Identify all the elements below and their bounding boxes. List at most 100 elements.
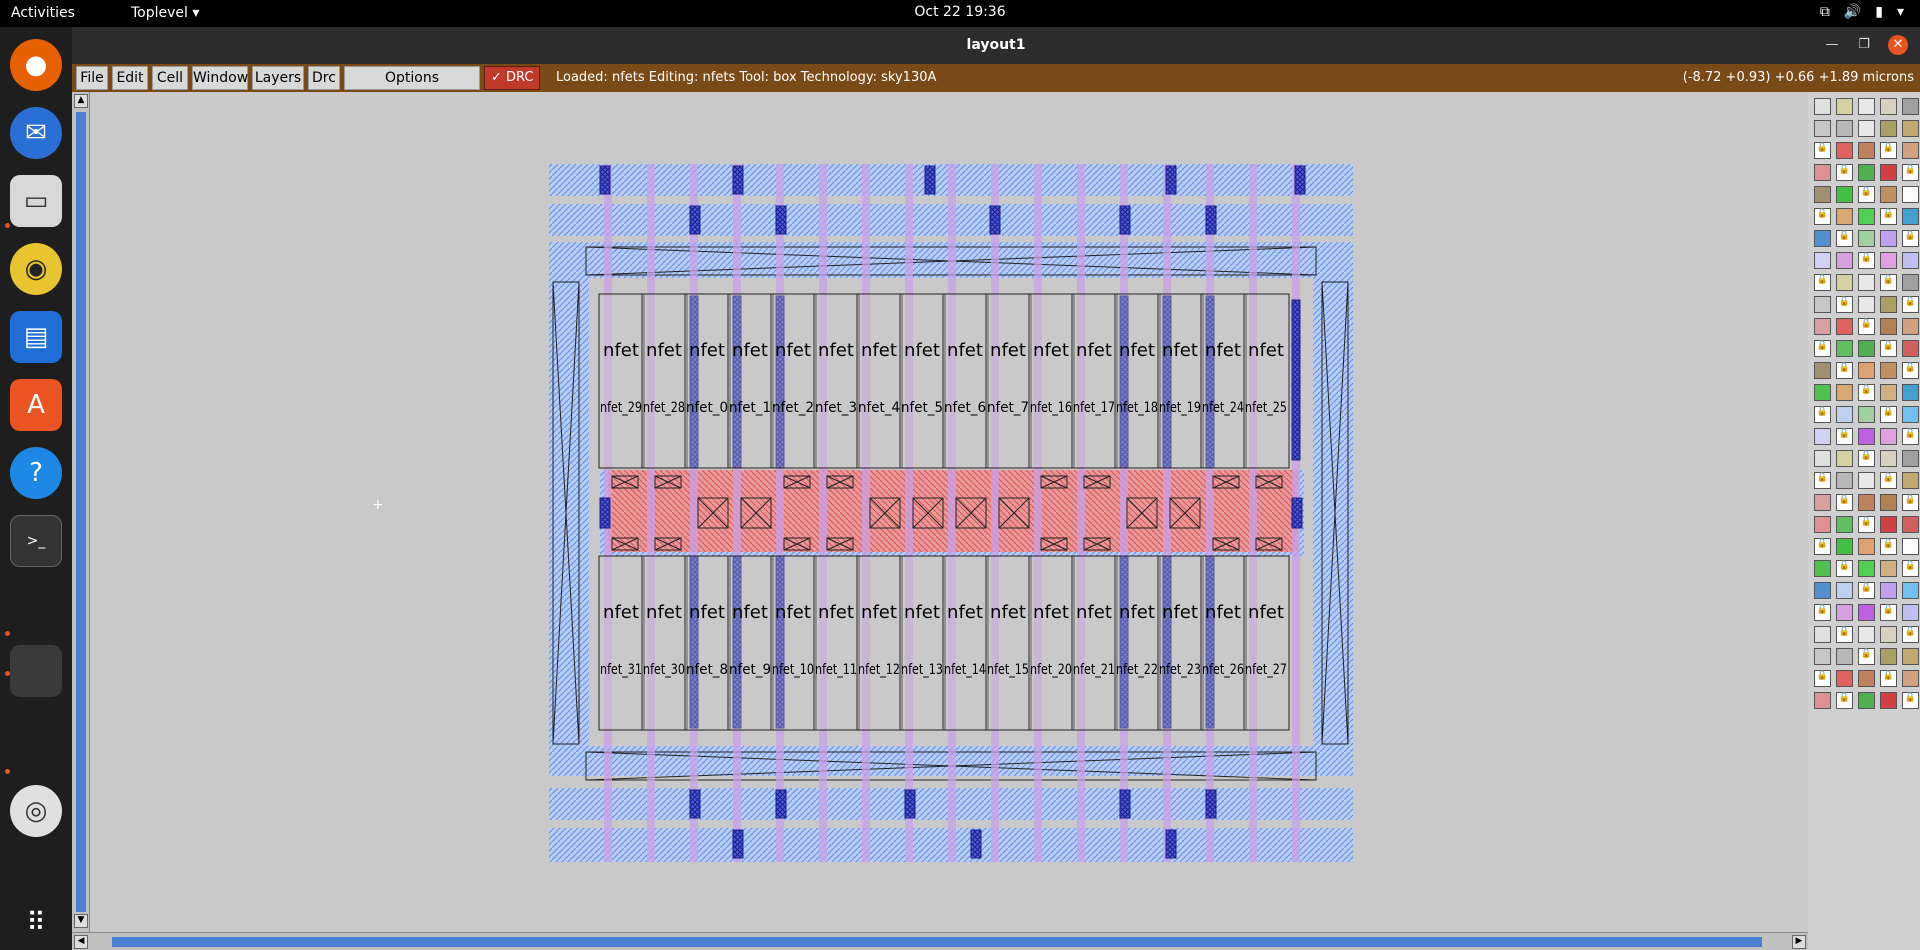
locked-layer-icon[interactable]: 🔒 [1858,648,1875,665]
locked-layer-icon[interactable]: 🔒 [1836,494,1853,511]
locked-layer-icon[interactable]: 🔒 [1814,142,1831,159]
layer-swatch[interactable] [1814,582,1831,599]
close-icon[interactable]: ✕ [1888,35,1908,55]
layer-swatch[interactable] [1836,384,1853,401]
layer-swatch[interactable] [1902,274,1919,291]
nfet-cell-top-13[interactable]: nfet nfet_19 [1157,293,1204,469]
menu-cell[interactable]: Cell [152,66,188,90]
layer-swatch[interactable] [1858,670,1875,687]
locked-layer-icon[interactable]: 🔒 [1902,692,1919,709]
layer-swatch[interactable] [1902,516,1919,533]
nfet-cell-bottom-13[interactable]: nfet nfet_23 [1157,555,1204,731]
menu-layers[interactable]: Layers [252,66,304,90]
drc-toggle[interactable]: ✓ DRC [484,66,540,90]
locked-layer-icon[interactable]: 🔒 [1880,538,1897,555]
locked-layer-icon[interactable]: 🔒 [1902,296,1919,313]
locked-layer-icon[interactable]: 🔒 [1902,362,1919,379]
locked-layer-icon[interactable]: 🔒 [1880,208,1897,225]
horizontal-scroll-track[interactable] [112,937,1762,947]
locked-layer-icon[interactable]: 🔒 [1880,142,1897,159]
locked-layer-icon[interactable]: 🔒 [1858,516,1875,533]
active-window-icon[interactable] [10,645,62,697]
disc-icon[interactable]: ◎ [10,785,62,837]
nfet-cell-bottom-11[interactable]: nfet nfet_21 [1071,555,1118,731]
firefox-icon[interactable]: ● [10,39,62,91]
layer-swatch[interactable] [1858,560,1875,577]
layer-swatch[interactable] [1902,384,1919,401]
locked-layer-icon[interactable]: 🔒 [1880,604,1897,621]
locked-layer-icon[interactable]: 🔒 [1880,472,1897,489]
layer-swatch[interactable] [1880,516,1897,533]
nfet-cell-top-5[interactable]: nfet nfet_3 [813,293,860,469]
nfet-cell-top-10[interactable]: nfet nfet_16 [1028,293,1075,469]
locked-layer-icon[interactable]: 🔒 [1858,318,1875,335]
layer-swatch[interactable] [1858,604,1875,621]
locked-layer-icon[interactable]: 🔒 [1814,670,1831,687]
layer-swatch[interactable] [1836,120,1853,137]
locked-layer-icon[interactable]: 🔒 [1836,560,1853,577]
layer-swatch[interactable] [1902,252,1919,269]
layer-swatch[interactable] [1836,670,1853,687]
layer-swatch[interactable] [1814,560,1831,577]
layer-swatch[interactable] [1902,648,1919,665]
locked-layer-icon[interactable]: 🔒 [1902,164,1919,181]
layer-swatch[interactable] [1814,318,1831,335]
layer-swatch[interactable] [1880,692,1897,709]
layer-swatch[interactable] [1880,384,1897,401]
layer-swatch[interactable] [1836,450,1853,467]
layer-swatch[interactable] [1880,252,1897,269]
layer-swatch[interactable] [1880,362,1897,379]
menu-options[interactable]: Options [344,66,480,90]
layer-swatch[interactable] [1814,98,1831,115]
layer-swatch[interactable] [1836,274,1853,291]
menu-drc[interactable]: Drc [308,66,340,90]
layer-swatch[interactable] [1880,98,1897,115]
locked-layer-icon[interactable]: 🔒 [1814,274,1831,291]
layer-swatch[interactable] [1836,582,1853,599]
nfet-cell-bottom-12[interactable]: nfet nfet_22 [1114,555,1161,731]
nfet-cell-top-15[interactable]: nfet nfet_25 [1243,293,1290,469]
layout-drawing[interactable]: nfetnfet_29nfetnfet_28nfetnfet_0nfetnfet… [90,92,1808,932]
power-menu-icon[interactable]: ▾ [1897,4,1904,20]
layer-swatch[interactable] [1836,142,1853,159]
layer-swatch[interactable] [1858,98,1875,115]
layer-swatch[interactable] [1880,318,1897,335]
layer-swatch[interactable] [1814,384,1831,401]
layer-swatch[interactable] [1836,604,1853,621]
layer-swatch[interactable] [1902,582,1919,599]
layer-swatch[interactable] [1814,692,1831,709]
locked-layer-icon[interactable]: 🔒 [1814,604,1831,621]
layer-swatch[interactable] [1880,164,1897,181]
nfet-cell-bottom-7[interactable]: nfet nfet_13 [899,555,946,731]
software-icon[interactable]: A [10,379,62,431]
layer-swatch[interactable] [1858,164,1875,181]
layer-swatch[interactable] [1880,120,1897,137]
layer-swatch[interactable] [1814,186,1831,203]
terminal-icon[interactable]: >_ [10,515,62,567]
layer-swatch[interactable] [1902,472,1919,489]
horizontal-scrollbar[interactable]: ◀ ▶ [72,932,1808,950]
layer-swatch[interactable] [1880,560,1897,577]
locked-layer-icon[interactable]: 🔒 [1858,450,1875,467]
layer-swatch[interactable] [1814,516,1831,533]
locked-layer-icon[interactable]: 🔒 [1814,340,1831,357]
locked-layer-icon[interactable]: 🔒 [1858,384,1875,401]
locked-layer-icon[interactable]: 🔒 [1814,406,1831,423]
layer-swatch[interactable] [1814,450,1831,467]
vertical-scroll-track[interactable] [76,112,86,912]
layer-swatch[interactable] [1902,604,1919,621]
locked-layer-icon[interactable]: 🔒 [1858,252,1875,269]
layer-swatch[interactable] [1814,120,1831,137]
layer-swatch[interactable] [1858,208,1875,225]
nfet-cell-top-12[interactable]: nfet nfet_18 [1114,293,1161,469]
scroll-up-icon[interactable]: ▲ [74,94,88,108]
files-icon[interactable]: ▭ [10,175,62,227]
locked-layer-icon[interactable]: 🔒 [1836,692,1853,709]
nfet-cell-bottom-14[interactable]: nfet nfet_26 [1200,555,1247,731]
locked-layer-icon[interactable]: 🔒 [1836,626,1853,643]
show-apps-icon[interactable]: ⠿ [10,897,62,949]
nfet-cell-bottom-2[interactable]: nfet nfet_8 [684,555,731,731]
layer-swatch[interactable] [1858,692,1875,709]
locked-layer-icon[interactable]: 🔒 [1880,274,1897,291]
layer-swatch[interactable] [1858,142,1875,159]
